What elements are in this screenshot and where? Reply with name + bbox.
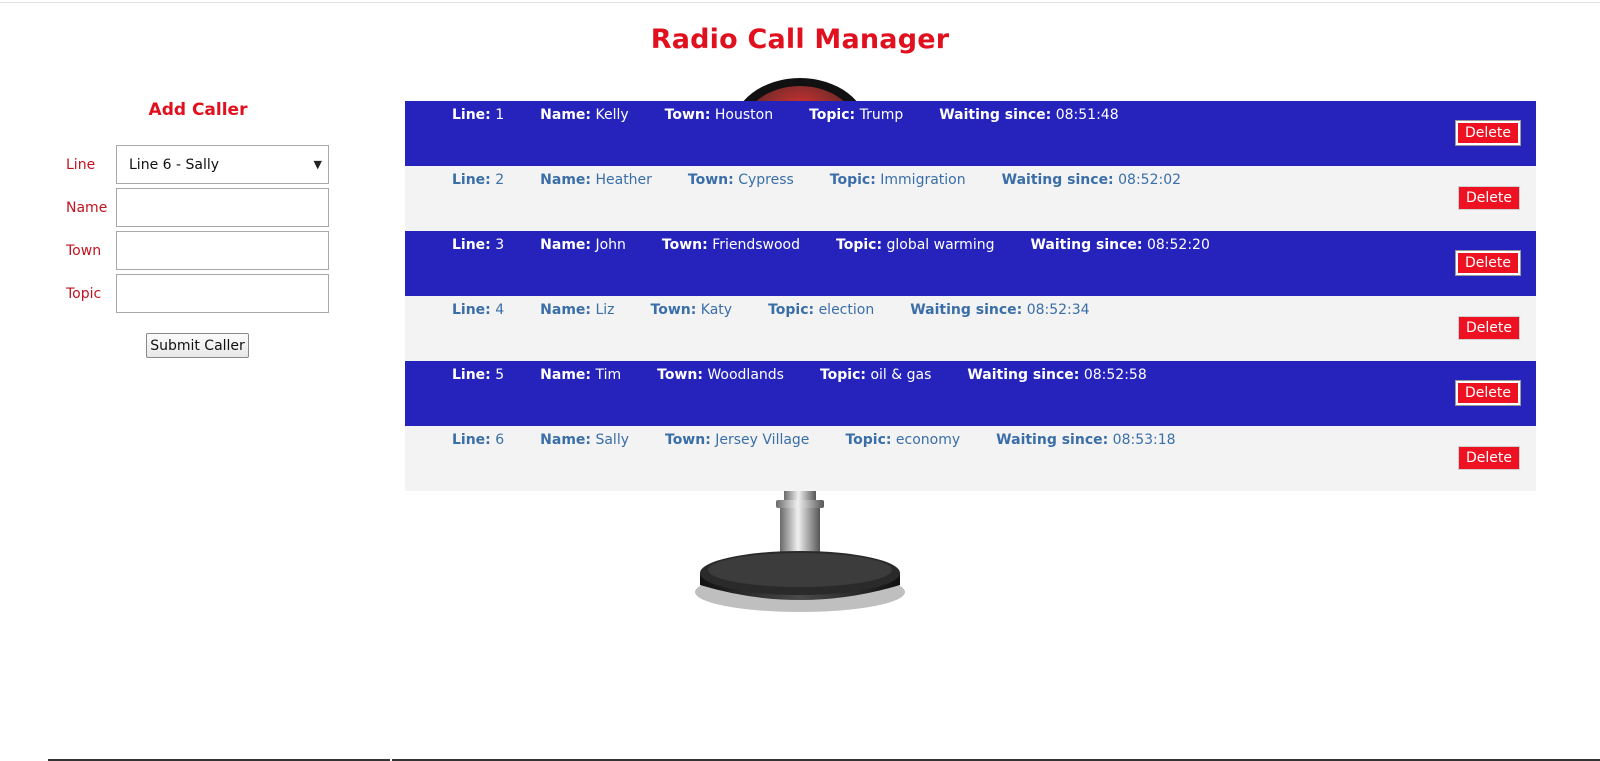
name-field: Name: Heather [540, 172, 652, 188]
line-label: Line [66, 157, 96, 173]
line-field: Line: 6 [452, 432, 505, 448]
name-field: Name: Kelly [540, 107, 629, 123]
waiting-field: Waiting since: 08:51:48 [939, 107, 1119, 123]
call-row: Line: 2 Name: Heather Town: Cypress Topi… [405, 166, 1536, 231]
name-field[interactable] [116, 188, 329, 227]
town-field: Town: Houston [664, 107, 774, 123]
line-field: Line: 5 [452, 367, 505, 383]
town-field: Town: Jersey Village [665, 432, 810, 448]
delete-button[interactable]: Delete [1455, 120, 1521, 146]
topic-field: Topic: global warming [836, 237, 995, 253]
topic-label: Topic [66, 286, 102, 302]
line-select-value: Line 6 - Sally [129, 156, 220, 173]
waiting-field: Waiting since: 08:52:20 [1030, 237, 1210, 253]
delete-button[interactable]: Delete [1458, 186, 1520, 210]
name-field: Name: Tim [540, 367, 622, 383]
topic-field: Topic: Immigration [829, 172, 966, 188]
call-row: Line: 1 Name: Kelly Town: Houston Topic:… [405, 101, 1536, 166]
delete-button[interactable]: Delete [1455, 380, 1521, 406]
chevron-down-icon: ▼ [313, 158, 322, 171]
add-caller-heading: Add Caller [148, 100, 248, 120]
town-field: Town: Friendswood [661, 237, 801, 253]
topic-field: Topic: Trump [809, 107, 904, 123]
line-field: Line: 4 [452, 302, 505, 318]
town-field: Town: Katy [650, 302, 733, 318]
page-title: Radio Call Manager [650, 24, 950, 55]
town-label: Town [66, 243, 102, 259]
name-field: Name: Sally [540, 432, 629, 448]
line-field: Line: 2 [452, 172, 505, 188]
waiting-field: Waiting since: 08:52:58 [967, 367, 1147, 383]
waiting-field: Waiting since: 08:52:02 [1001, 172, 1182, 188]
topic-field: Topic: election [768, 302, 875, 318]
line-field: Line: 1 [452, 107, 505, 123]
call-row: Line: 5 Name: Tim Town: Woodlands Topic:… [405, 361, 1536, 426]
topic-field[interactable] [116, 274, 329, 313]
name-field: Name: John [540, 237, 626, 253]
submit-caller-button[interactable]: Submit Caller [146, 333, 249, 358]
town-field: Town: Cypress [687, 172, 794, 188]
line-select[interactable]: Line 6 - Sally ▼ [116, 145, 329, 184]
line-field: Line: 3 [452, 237, 505, 253]
call-list: Line: 1 Name: Kelly Town: Houston Topic:… [405, 101, 1536, 491]
delete-button[interactable]: Delete [1458, 316, 1520, 340]
call-row: Line: 6 Name: Sally Town: Jersey Village… [405, 426, 1536, 491]
waiting-field: Waiting since: 08:53:18 [996, 432, 1176, 448]
delete-button[interactable]: Delete [1455, 250, 1521, 276]
waiting-field: Waiting since: 08:52:34 [910, 302, 1090, 318]
call-row: Line: 3 Name: John Town: Friendswood Top… [405, 231, 1536, 296]
town-field: Town: Woodlands [657, 367, 784, 383]
town-field[interactable] [116, 231, 329, 270]
topic-field: Topic: oil & gas [819, 367, 932, 383]
delete-button[interactable]: Delete [1458, 446, 1520, 470]
call-row: Line: 4 Name: Liz Town: Katy Topic: elec… [405, 296, 1536, 361]
name-label: Name [66, 200, 108, 216]
name-field: Name: Liz [540, 302, 615, 318]
topic-field: Topic: economy [845, 432, 961, 448]
top-divider [0, 2, 1600, 3]
